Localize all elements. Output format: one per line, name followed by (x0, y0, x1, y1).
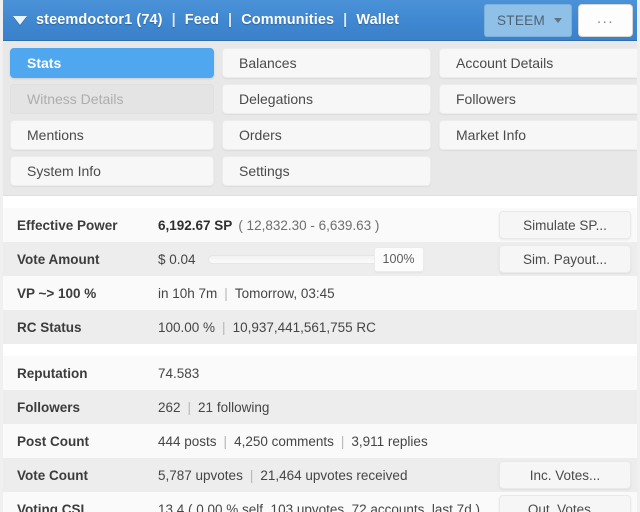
row-label-vote-count: Vote Count (17, 467, 88, 483)
post-count: 444 posts (158, 433, 217, 449)
table-row: Vote Amount $ 0.04 100% Sim. Payout... (3, 242, 637, 276)
nav-item-communities[interactable]: Communities (241, 12, 334, 28)
stats-table-bottom: Reputation 74.583 Followers 262 | 21 fol… (3, 356, 637, 512)
row-label-vote-amount: Vote Amount (17, 251, 100, 267)
nav-item-account[interactable]: steemdoctor1 (74) (36, 12, 163, 28)
incoming-votes-button[interactable]: Inc. Votes... (499, 461, 631, 489)
comment-count: 4,250 comments (234, 433, 334, 449)
outgoing-votes-button[interactable]: Out. Votes... (499, 495, 631, 512)
titlebar-controls: STEEM ... (483, 0, 637, 40)
tab-account-details[interactable]: Account Details (439, 48, 637, 78)
tab-placeholder (439, 156, 637, 186)
row-label-voting-csi: Voting CSI (17, 501, 85, 512)
tab-row-3: Mentions Orders Market Info (6, 117, 637, 153)
sim-payout-button[interactable]: Sim. Payout... (499, 245, 631, 273)
vote-amount-value: $ 0.04 (158, 251, 196, 267)
tab-stats[interactable]: Stats (10, 48, 214, 78)
table-row: Post Count 444 posts | 4,250 comments | … (3, 424, 637, 458)
row-label-reputation: Reputation (17, 365, 88, 381)
table-row: Reputation 74.583 (3, 356, 637, 390)
row-value-vp-recharge: in 10h 7m | Tomorrow, 03:45 (148, 276, 637, 310)
tab-panel: Stats Balances Account Details Witness D… (3, 41, 637, 196)
row-label-vp-recharge: VP ~> 100 % (17, 285, 97, 301)
reply-count: 3,911 replies (351, 433, 428, 449)
row-label-effective-power: Effective Power (17, 217, 118, 233)
simulate-sp-button[interactable]: Simulate SP... (499, 211, 631, 239)
vp-recharge-time: Tomorrow, 03:45 (234, 285, 335, 301)
rc-absolute: 10,937,441,561,755 RC (232, 319, 376, 335)
tab-followers[interactable]: Followers (439, 84, 637, 114)
nav-separator-3: | (343, 12, 348, 28)
upvotes-given: 5,787 upvotes (158, 467, 243, 483)
nav-item-feed[interactable]: Feed (185, 12, 219, 28)
row-value-post-count: 444 posts | 4,250 comments | 3,911 repli… (148, 424, 637, 458)
rc-percent: 100.00 % (158, 319, 216, 335)
tab-witness-details: Witness Details (10, 84, 214, 114)
tab-delegations[interactable]: Delegations (222, 84, 431, 114)
row-label-rc-status: RC Status (17, 319, 82, 335)
tab-market-info[interactable]: Market Info (439, 120, 637, 150)
table-row: Effective Power 6,192.67 SP ( 12,832.30 … (3, 208, 637, 242)
chevron-down-icon (554, 18, 562, 23)
nav-item-wallet[interactable]: Wallet (356, 12, 399, 28)
value-separator: | (222, 319, 226, 335)
effective-power-value: 6,192.67 SP (158, 217, 233, 233)
voting-csi-value: 13.4 ( 0.00 % self, 103 upvotes, 72 acco… (158, 501, 480, 512)
tab-settings[interactable]: Settings (222, 156, 431, 186)
stats-table-top: Effective Power 6,192.67 SP ( 12,832.30 … (3, 208, 637, 344)
reputation-value: 74.583 (158, 365, 200, 381)
tab-row-2: Witness Details Delegations Followers (6, 81, 637, 117)
table-row: Vote Count 5,787 upvotes | 21,464 upvote… (3, 458, 637, 492)
table-row: Followers 262 | 21 following (3, 390, 637, 424)
overflow-menu-button[interactable]: ... (578, 4, 633, 37)
effective-power-range: ( 12,832.30 - 6,639.63 ) (238, 217, 380, 233)
value-separator: | (223, 433, 228, 449)
row-value-followers: 262 | 21 following (148, 390, 637, 424)
main-nav: steemdoctor1 (74) | Feed | Communities |… (36, 12, 399, 28)
value-separator: | (224, 285, 228, 301)
vote-weight-slider[interactable]: 100% (207, 246, 424, 272)
tab-row-4: System Info Settings (6, 153, 634, 189)
tab-orders[interactable]: Orders (222, 120, 431, 150)
caret-down-icon[interactable] (13, 15, 27, 25)
table-row: VP ~> 100 % in 10h 7m | Tomorrow, 03:45 (3, 276, 637, 310)
titlebar: steemdoctor1 (74) | Feed | Communities |… (3, 0, 637, 41)
tab-mentions[interactable]: Mentions (10, 120, 214, 150)
tab-system-info[interactable]: System Info (10, 156, 214, 186)
value-separator: | (187, 399, 192, 415)
upvotes-received: 21,464 upvotes received (260, 467, 408, 483)
nav-separator-2: | (228, 12, 233, 28)
app-window: steemdoctor1 (74) | Feed | Communities |… (0, 0, 640, 512)
token-select-value: STEEM (496, 13, 545, 28)
tab-row-1: Stats Balances Account Details (6, 45, 637, 81)
panel-divider (3, 196, 637, 208)
row-label-post-count: Post Count (17, 433, 89, 449)
row-label-followers: Followers (17, 399, 81, 415)
value-separator: | (249, 467, 254, 483)
slider-percent-label: 100% (373, 246, 424, 272)
slider-track[interactable] (207, 254, 388, 264)
followers-count: 262 (158, 399, 181, 415)
row-value-rc-status: 100.00 % | 10,937,441,561,755 RC (148, 310, 637, 344)
table-section-divider (3, 344, 637, 356)
row-value-reputation: 74.583 (148, 356, 637, 390)
following-count: 21 following (198, 399, 270, 415)
table-row: Voting CSI 13.4 ( 0.00 % self, 103 upvot… (3, 492, 637, 512)
vp-recharge-eta: in 10h 7m (158, 285, 218, 301)
tab-balances[interactable]: Balances (222, 48, 431, 78)
token-select[interactable]: STEEM (483, 4, 572, 37)
value-separator: | (340, 433, 345, 449)
table-row: RC Status 100.00 % | 10,937,441,561,755 … (3, 310, 637, 344)
nav-separator-1: | (171, 12, 176, 28)
